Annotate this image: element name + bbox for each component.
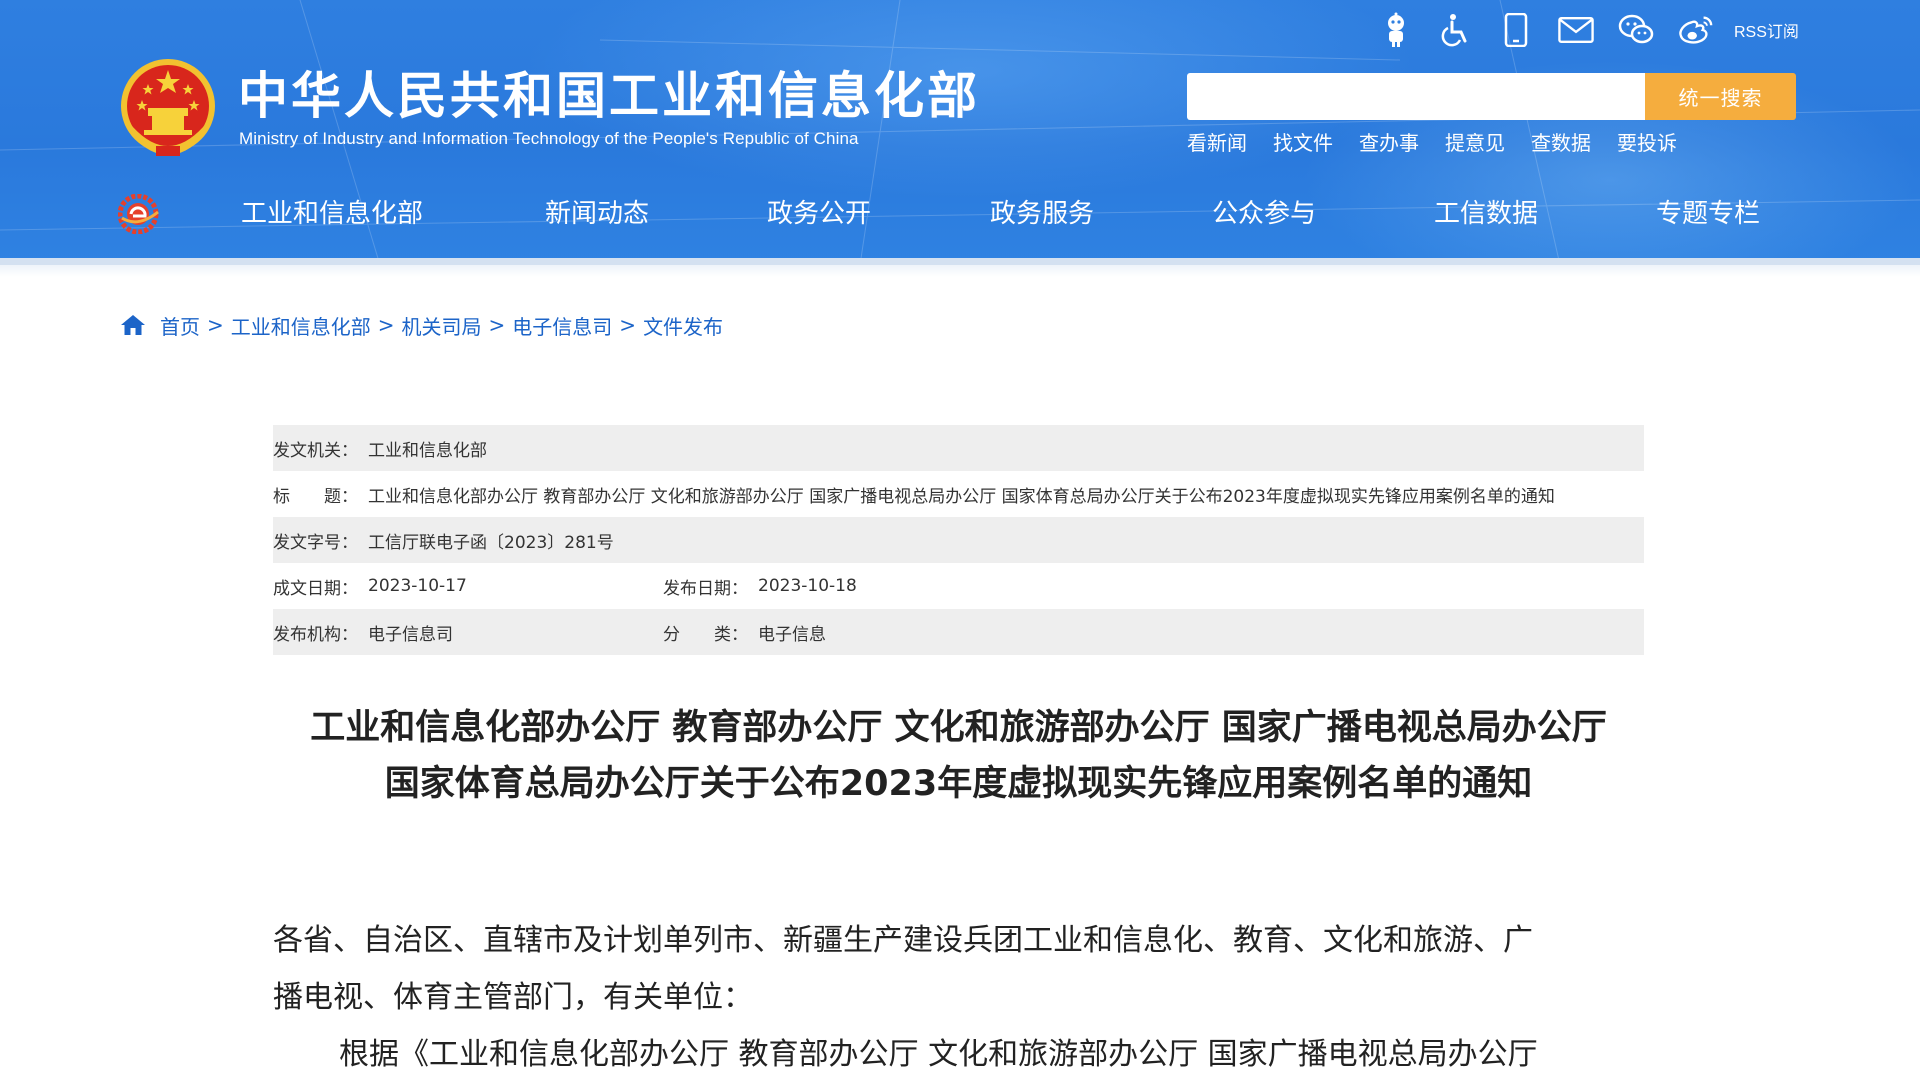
header-bottom-strip: [0, 258, 1920, 265]
meta-row-publisher: 发布机构： 电子信息司 分 类： 电子信息: [273, 609, 1644, 655]
article-paragraph: 播电视、体育主管部门，有关单位：: [273, 980, 753, 1015]
meta-row-title: 标 题： 工业和信息化部办公厅 教育部办公厅 文化和旅游部办公厅 国家广播电视总…: [273, 471, 1644, 517]
rss-subscribe-link[interactable]: RSS订阅: [1734, 18, 1799, 42]
breadcrumb-departments[interactable]: 机关司局: [402, 311, 482, 340]
meta-row-doc-number: 发文字号： 工信厅联电子函〔2023〕281号: [273, 517, 1644, 563]
breadcrumb-ministry[interactable]: 工业和信息化部: [231, 311, 371, 340]
nav-item-miit-data[interactable]: 工信数据: [1434, 190, 1538, 238]
quick-link-feedback[interactable]: 提意见: [1445, 130, 1505, 156]
article-paragraph: 各省、自治区、直辖市及计划单列市、新疆生产建设兵团工业和信息化、教育、文化和旅游…: [273, 923, 1533, 958]
document-metadata-table: 发文机关： 工业和信息化部 标 题： 工业和信息化部办公厅 教育部办公厅 文化和…: [273, 425, 1644, 655]
weibo-icon[interactable]: [1678, 12, 1714, 48]
site-subtitle: Ministry of Industry and Information Tec…: [239, 129, 859, 148]
nav-item-ministry[interactable]: 工业和信息化部: [241, 190, 423, 238]
quick-link-news[interactable]: 看新闻: [1187, 130, 1247, 156]
quick-link-services[interactable]: 查办事: [1359, 130, 1419, 156]
quick-links: 看新闻 找文件 查办事 提意见 查数据 要投诉: [1187, 130, 1703, 156]
breadcrumb-separator: >: [488, 313, 506, 337]
article-paragraph: 根据《工业和信息化部办公厅 教育部办公厅 文化和旅游部办公厅 国家广播电视总局办…: [339, 1037, 1538, 1072]
meta-label: 发文机关：: [273, 440, 358, 461]
header-shadow: [0, 265, 1920, 277]
breadcrumb-separator: >: [377, 313, 395, 337]
breadcrumb-separator: >: [619, 313, 637, 337]
unified-search-button[interactable]: 统一搜索: [1645, 73, 1796, 120]
meta-label: 发布日期：: [663, 578, 748, 599]
breadcrumb-home[interactable]: 首页: [160, 311, 200, 340]
meta-label: 发布机构：: [273, 624, 358, 645]
nav-item-gov-affairs[interactable]: 政务公开: [767, 190, 871, 238]
nav-item-special-topics[interactable]: 专题专栏: [1656, 190, 1760, 238]
meta-value-publish-date: 2023-10-18: [758, 576, 857, 596]
breadcrumb: 首页 > 工业和信息化部 > 机关司局 > 电子信息司 > 文件发布: [120, 310, 723, 340]
meta-value-issuer: 工业和信息化部: [368, 440, 487, 461]
article-body: 各省、自治区、直辖市及计划单列市、新疆生产建设兵团工业和信息化、教育、文化和旅游…: [273, 912, 1644, 1080]
site-header: 中华人民共和国工业和信息化部 Ministry of Industry and …: [0, 0, 1920, 265]
breadcrumb-electronics-dept[interactable]: 电子信息司: [512, 311, 612, 340]
accessibility-icon[interactable]: [1438, 12, 1474, 48]
meta-value-publisher: 电子信息司: [368, 624, 453, 645]
meta-label: 标 题：: [273, 486, 358, 507]
meta-label: 发文字号：: [273, 532, 358, 553]
meta-value-category: 电子信息: [758, 624, 826, 645]
meta-label: 成文日期：: [273, 578, 358, 599]
quick-link-complaint[interactable]: 要投诉: [1617, 130, 1677, 156]
wechat-icon[interactable]: [1618, 12, 1654, 48]
site-title: 中华人民共和国工业和信息化部: [238, 67, 980, 125]
home-icon[interactable]: [120, 313, 146, 337]
nav-item-gov-services[interactable]: 政务服务: [990, 190, 1094, 238]
article-title-line: 工业和信息化部办公厅 教育部办公厅 文化和旅游部办公厅 国家广播电视总局办公厅: [310, 708, 1607, 748]
breadcrumb-document-release[interactable]: 文件发布: [643, 311, 723, 340]
header-toolbar: RSS订阅: [1378, 12, 1799, 48]
robot-assistant-icon[interactable]: [1378, 12, 1414, 48]
national-emblem-icon: [121, 59, 215, 156]
meta-row-dates: 成文日期： 2023-10-17 发布日期： 2023-10-18: [273, 563, 1644, 609]
article-title: 工业和信息化部办公厅 教育部办公厅 文化和旅游部办公厅 国家广播电视总局办公厅 …: [273, 700, 1644, 812]
meta-value-written-date: 2023-10-17: [368, 576, 467, 596]
mail-icon[interactable]: [1558, 12, 1594, 48]
article-title-line: 国家体育总局办公厅关于公布2023年度虚拟现实先锋应用案例名单的通知: [384, 764, 1533, 804]
mobile-icon[interactable]: [1498, 12, 1534, 48]
nav-item-public-participation[interactable]: 公众参与: [1212, 190, 1316, 238]
miit-logo-icon[interactable]: [118, 194, 160, 234]
quick-link-documents[interactable]: 找文件: [1273, 130, 1333, 156]
meta-row-issuer: 发文机关： 工业和信息化部: [273, 425, 1644, 471]
meta-value-title: 工业和信息化部办公厅 教育部办公厅 文化和旅游部办公厅 国家广播电视总局办公厅 …: [368, 486, 1555, 507]
nav-item-news[interactable]: 新闻动态: [545, 190, 649, 238]
breadcrumb-separator: >: [207, 313, 224, 337]
quick-link-data[interactable]: 查数据: [1531, 130, 1591, 156]
meta-label: 分 类：: [663, 624, 748, 645]
meta-value-doc-number: 工信厅联电子函〔2023〕281号: [368, 532, 614, 553]
search-input[interactable]: [1187, 73, 1645, 120]
